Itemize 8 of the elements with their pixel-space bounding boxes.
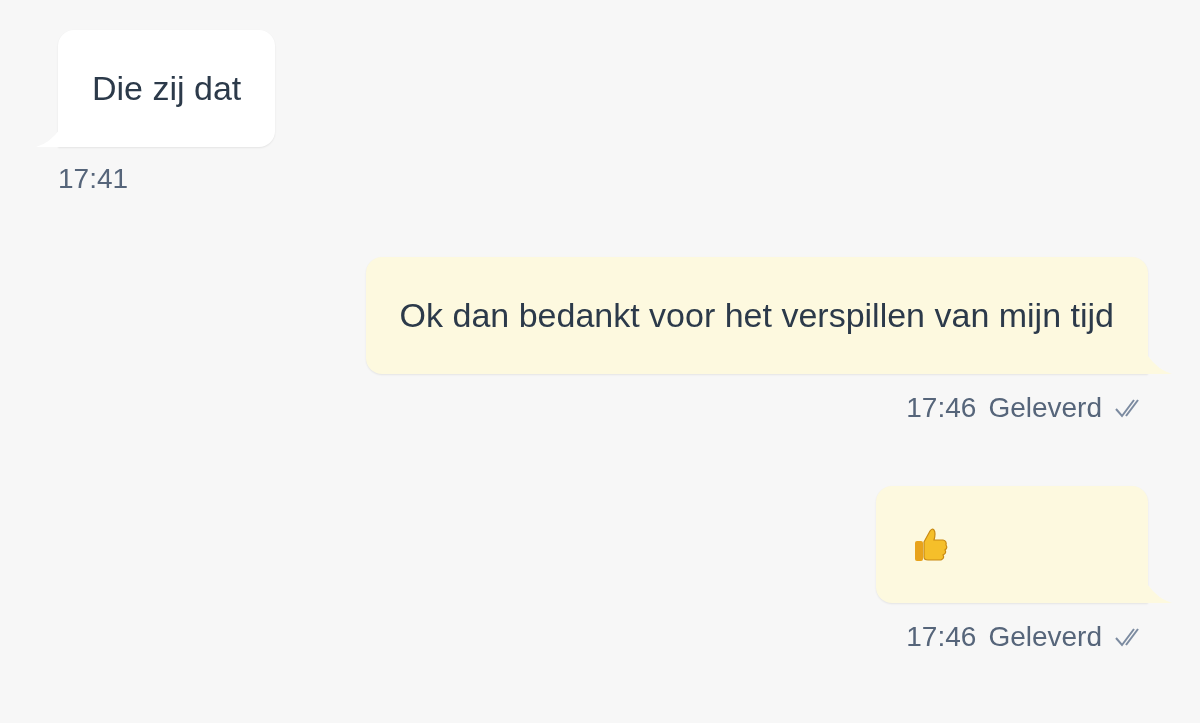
message-time: 17:46 — [906, 392, 977, 424]
message-bubble: Ok dan bedankt voor het verspillen van mijn tijd — [365, 257, 1148, 374]
bubble-tail — [1148, 356, 1172, 374]
message-time: 17:46 — [906, 621, 977, 653]
message-time: 17:41 — [58, 163, 129, 195]
delivery-status: Geleverd — [988, 392, 1102, 424]
delivery-status: Geleverd — [988, 621, 1102, 653]
message-bubble: Die zij dat — [58, 30, 276, 147]
